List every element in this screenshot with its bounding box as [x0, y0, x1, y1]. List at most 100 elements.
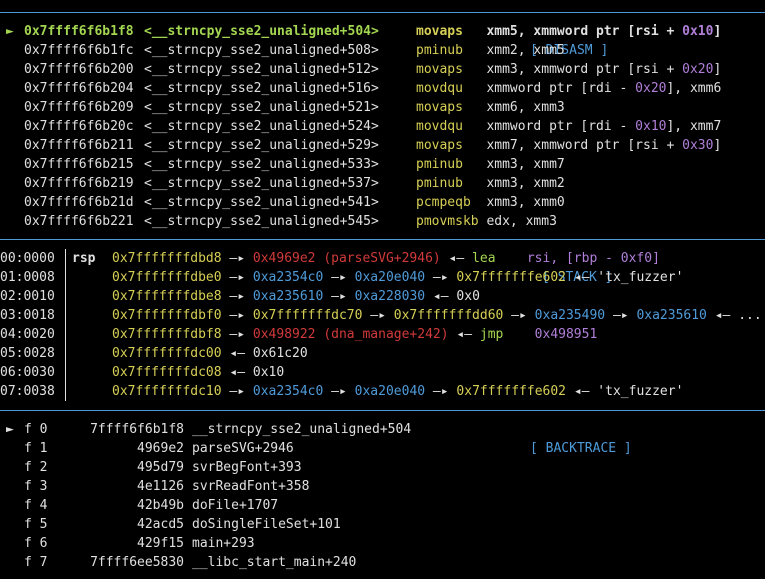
stack-pointer-value: 0x7fffffffe602: [456, 384, 566, 399]
stack-pointer-value: 0x498951: [534, 327, 598, 342]
instruction: pmovmskb edx, xmm3: [416, 212, 557, 231]
stack-pointer-value: 0x4969e2 (parseSVG+2946): [252, 251, 441, 266]
instruction-address: 0x7ffff6f6b204: [24, 81, 134, 96]
instruction-address: 0x7ffff6f6b209: [24, 100, 134, 115]
disasm-row[interactable]: ► 0x7ffff6f6b1f8 <__strncpy_sse2_unaligned…: [0, 22, 765, 41]
stack-arrow-text: —▸: [362, 308, 394, 323]
backtrace-frame[interactable]: f 7 7ffff6ee5830 __libc_start_main+240: [0, 553, 765, 572]
stack-arrow-text: [496, 251, 527, 266]
stack-pointer-value: 0xa2354c0: [252, 270, 324, 285]
instruction-operands: xmm5, xmmword ptr [rsi + 0x10]: [486, 24, 722, 39]
stack-pointer-value: lea: [472, 251, 496, 266]
frame-number: f 7: [24, 555, 48, 570]
stack-pointer-value: 0xa235490: [534, 308, 606, 323]
disasm-row[interactable]: 0x7ffff6f6b1fc <__strncpy_sse2_unaligned+…: [0, 41, 765, 60]
stack-pointer-value: 0x7fffffffe602: [456, 270, 566, 285]
stack-value-chain: 0x7fffffffdbf0 —▸ 0x7fffffffdc70 —▸ 0x7f…: [112, 306, 762, 325]
stack-offset: 06:0030: [0, 365, 55, 380]
instruction-address: 0x7ffff6f6b215: [24, 157, 134, 172]
instruction-address: 0x7ffff6f6b211: [24, 138, 134, 153]
frame-number: f 5: [24, 517, 48, 532]
stack-pointer-value: 0xa20e040: [354, 384, 426, 399]
instruction-address: 0x7ffff6f6b21d: [24, 195, 134, 210]
stack-arrow-text: —▸: [221, 270, 253, 285]
stack-value-chain: 0x7fffffffdc08 ◂— 0x10: [112, 363, 284, 382]
stack-arrow-text: —▸: [221, 327, 253, 342]
stack-row[interactable]: 01:0008 0x7fffffffdbe0 —▸ 0xa2354c0 —▸ 0x…: [0, 268, 765, 287]
stack-pointer-value: 0x498922 (dna_manage+242): [252, 327, 449, 342]
backtrace-frame[interactable]: f 6 429f15 main+293: [0, 534, 765, 553]
instruction-symbol: <__strncpy_sse2_unaligned+524>: [144, 119, 379, 134]
stack-row[interactable]: 07:0038 0x7fffffffdc10 —▸ 0xa2354c0 —▸ 0x…: [0, 382, 765, 401]
disasm-row[interactable]: 0x7ffff6f6b21d <__strncpy_sse2_unaligned+…: [0, 193, 765, 212]
stack-arrow-text: ◂— 'tx_fuzzer': [566, 270, 684, 285]
instruction-address: 0x7ffff6f6b1f8: [24, 24, 134, 39]
frame-number: f 0: [24, 422, 48, 437]
stack-arrow-text: ◂— 0x10: [221, 365, 285, 380]
instruction-operands: xmm3, xmm2: [486, 176, 565, 191]
stack-pointer-value: 0x7fffffffdbf0: [112, 308, 222, 323]
frame-symbol: __libc_start_main+240: [192, 555, 357, 570]
instruction: movdqu xmmword ptr [rdi - 0x10], xmm7: [416, 117, 721, 136]
instruction-symbol: <__strncpy_sse2_unaligned+504>: [144, 24, 379, 39]
backtrace-frame[interactable]: f 3 4e1126 svrReadFont+358: [0, 477, 765, 496]
frame-address: 4e1126: [137, 479, 184, 494]
disasm-row[interactable]: 0x7ffff6f6b211 <__strncpy_sse2_unaligned+…: [0, 136, 765, 155]
instruction: movaps xmm6, xmm3: [416, 98, 565, 117]
stack-arrow-text: —▸: [425, 270, 457, 285]
backtrace-frame[interactable]: f 4 42b49b doFile+1707: [0, 496, 765, 515]
disasm-row[interactable]: 0x7ffff6f6b219 <__strncpy_sse2_unaligned+…: [0, 174, 765, 193]
instruction: movaps xmm3, xmmword ptr [rsi + 0x20]: [416, 60, 721, 79]
instruction: pminub xmm3, xmm2: [416, 174, 565, 193]
instruction-operands: xmm2, xmm5: [486, 43, 565, 58]
disasm-row[interactable]: 0x7ffff6f6b200 <__strncpy_sse2_unaligned+…: [0, 60, 765, 79]
disasm-row[interactable]: 0x7ffff6f6b204 <__strncpy_sse2_unaligned+…: [0, 79, 765, 98]
stack-separator: [65, 382, 66, 401]
stack-arrow-text: —▸: [221, 384, 253, 399]
backtrace-frame[interactable]: f 5 42acd5 doSingleFileSet+101: [0, 515, 765, 534]
stack-row[interactable]: 02:0010 0x7fffffffdbe8 —▸ 0xa235610 —▸ 0x…: [0, 287, 765, 306]
stack-row[interactable]: 06:0030 0x7fffffffdc08 ◂— 0x10: [0, 363, 765, 382]
stack-pointer-value: 0x7fffffffdc00: [112, 346, 222, 361]
disasm-row[interactable]: 0x7ffff6f6b221 <__strncpy_sse2_unaligned+…: [0, 212, 765, 231]
stack-pointer-value: 0x7fffffffdbe8: [112, 289, 222, 304]
stack-pointer-value: 0x7fffffffdd60: [393, 308, 504, 323]
instruction: pminub xmm2, xmm5: [416, 41, 565, 60]
instruction-symbol: <__strncpy_sse2_unaligned+533>: [144, 157, 379, 172]
stack-row[interactable]: 00:0000 rsp 0x7fffffffdbd8 —▸ 0x4969e2 (pa…: [0, 249, 765, 268]
instruction-operands: xmm6, xmm3: [486, 100, 565, 115]
instruction: movaps xmm7, xmmword ptr [rsi + 0x30]: [416, 136, 721, 155]
instruction-symbol: <__strncpy_sse2_unaligned+508>: [144, 43, 379, 58]
backtrace-frame[interactable]: f 1 4969e2 parseSVG+2946: [0, 439, 765, 458]
stack-offset: 07:0038: [0, 384, 55, 399]
backtrace-frame[interactable]: ► f 0 7ffff6f6b1f8 __strncpy_sse2_unaligned…: [0, 420, 765, 439]
stack-arrow-text: ◂— 'tx_fuzzer': [566, 384, 684, 399]
stack-row[interactable]: 04:0020 0x7fffffffdbf8 —▸ 0x498922 (dna_m…: [0, 325, 765, 344]
instruction-mnemonic: pcmpeqb: [416, 195, 471, 210]
stack-pointer-value: 0xa228030: [354, 289, 426, 304]
stack-pointer-value: 0xa2354c0: [252, 384, 324, 399]
stack-row[interactable]: 05:0028 0x7fffffffdc00 ◂— 0x61c20: [0, 344, 765, 363]
frame-address: 7ffff6ee5830: [90, 555, 184, 570]
backtrace-frame[interactable]: f 2 495d79 svrBegFont+393: [0, 458, 765, 477]
stack-arrow-text: —▸: [323, 270, 355, 285]
stack-arrow-text: —▸: [425, 384, 457, 399]
disasm-row[interactable]: 0x7ffff6f6b215 <__strncpy_sse2_unaligned+…: [0, 155, 765, 174]
frame-address: 42b49b: [137, 498, 184, 513]
stack-row[interactable]: 03:0018 0x7fffffffdbf0 —▸ 0x7fffffffdc70 …: [0, 306, 765, 325]
disasm-header: [ DISASM ]: [0, 3, 765, 60]
stack-pointer-value: 0x7fffffffdc70: [252, 308, 363, 323]
frame-address: 495d79: [137, 460, 184, 475]
frame-symbol: __strncpy_sse2_unaligned+504: [192, 422, 412, 437]
stack-arrow-text: —▸: [221, 289, 253, 304]
instruction-operands: xmmword ptr [rdi - 0x10], xmm7: [486, 119, 722, 134]
stack-pointer-value: 0xa235610: [636, 308, 707, 323]
frame-address: 7ffff6f6b1f8: [90, 422, 184, 437]
stack-pointer-value: 0x7fffffffdbf8: [112, 327, 222, 342]
instruction-symbol: <__strncpy_sse2_unaligned+541>: [144, 195, 379, 210]
instruction-mnemonic: pminub: [416, 176, 463, 191]
instruction-address: 0x7ffff6f6b221: [24, 214, 134, 229]
disasm-row[interactable]: 0x7ffff6f6b20c <__strncpy_sse2_unaligned+…: [0, 117, 765, 136]
frame-address: 429f15: [137, 536, 184, 551]
disasm-row[interactable]: 0x7ffff6f6b209 <__strncpy_sse2_unaligned+…: [0, 98, 765, 117]
